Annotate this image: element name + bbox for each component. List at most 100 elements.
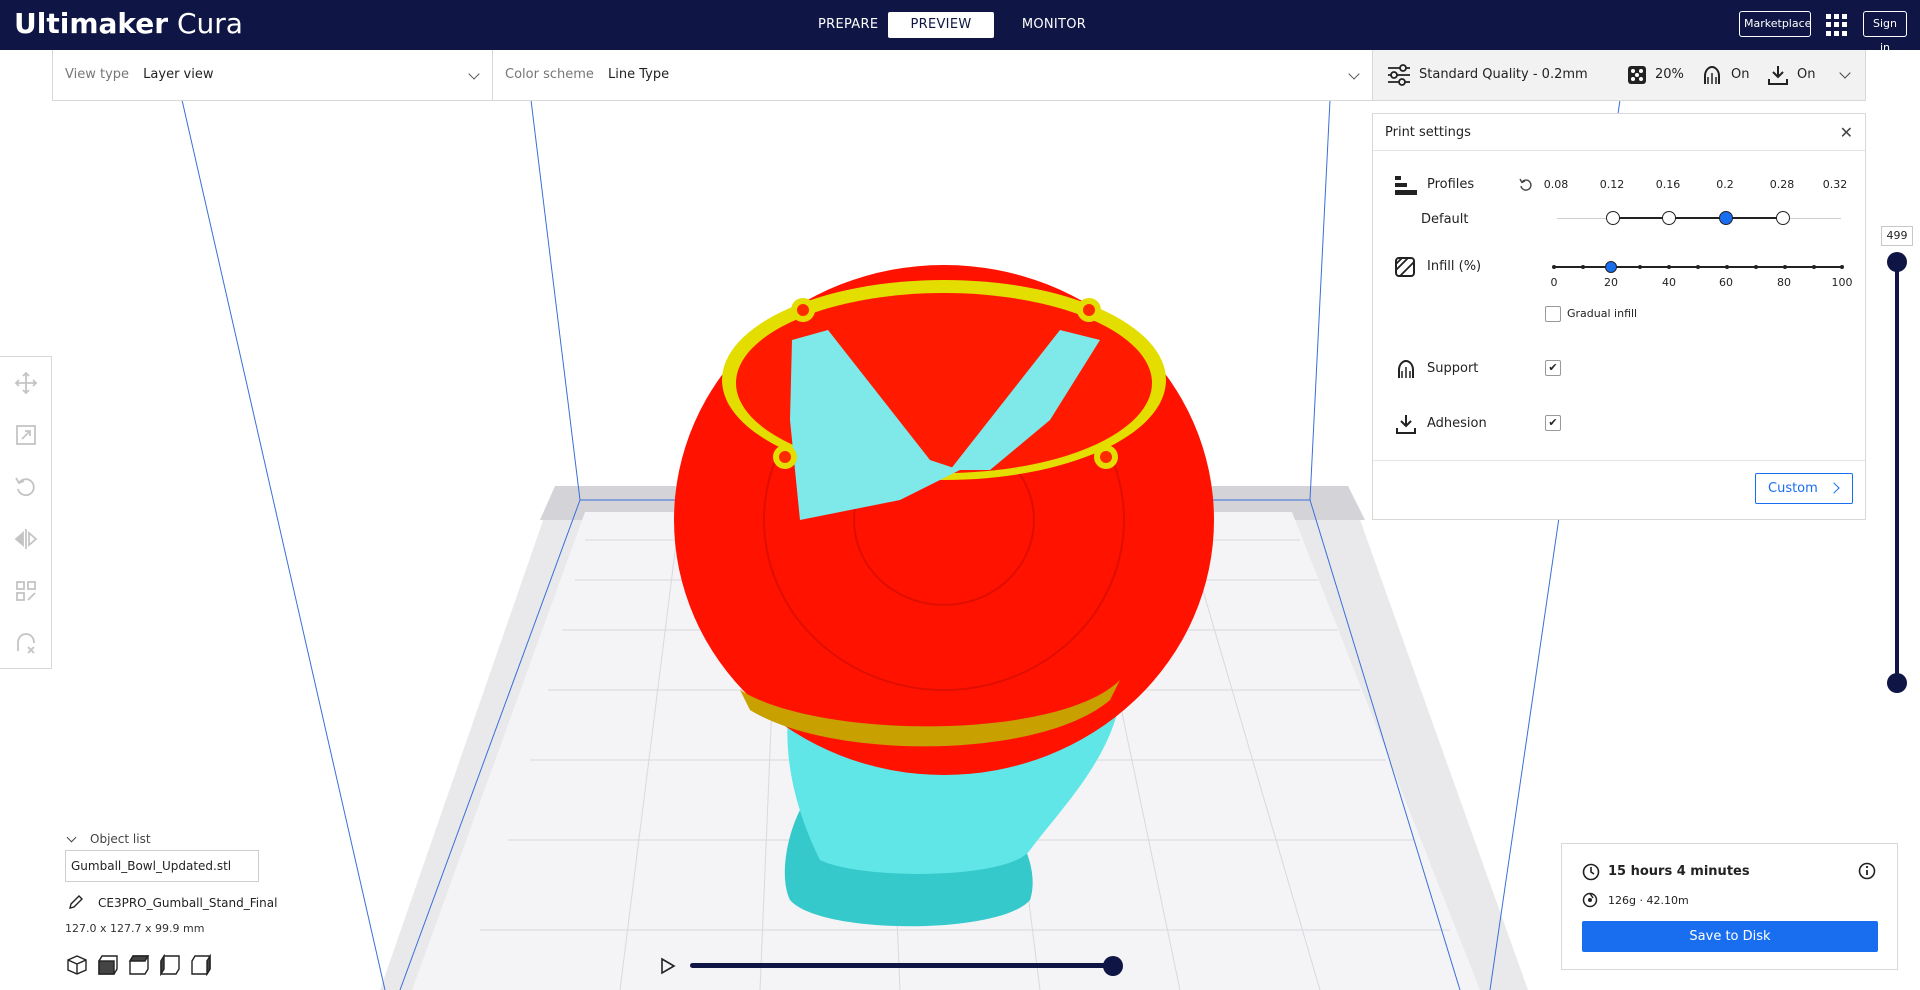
chevron-down-icon xyxy=(66,832,77,843)
infill-icon xyxy=(1628,65,1646,84)
tab-prepare[interactable]: PREPARE xyxy=(800,12,888,38)
chevron-right-icon xyxy=(1828,482,1840,494)
print-settings-header: Print settings ✕ xyxy=(1373,114,1865,151)
print-settings-title: Print settings xyxy=(1385,125,1471,140)
infill-tick-dot xyxy=(1812,265,1816,269)
move-icon[interactable] xyxy=(14,371,38,395)
layer-slider-upper-handle[interactable] xyxy=(1887,252,1907,272)
infill-tick-dot xyxy=(1581,265,1585,269)
tab-preview[interactable]: PREVIEW xyxy=(888,12,994,38)
adhesion-icon xyxy=(1768,65,1788,85)
print-settings-panel: Print settings ✕ Profiles Default 0.08 0… xyxy=(1372,113,1866,520)
layer-slider-track[interactable] xyxy=(1895,262,1899,684)
infill-tick: 80 xyxy=(1777,276,1791,289)
object-list-toggle[interactable]: Object list xyxy=(64,832,151,846)
scale-icon[interactable] xyxy=(14,423,38,447)
infill-pattern-icon xyxy=(1395,257,1415,277)
sliders-icon xyxy=(1388,63,1410,86)
gradual-infill-label: Gradual infill xyxy=(1567,307,1638,320)
print-settings-footer: Custom xyxy=(1373,460,1865,519)
adhesion-summary: On xyxy=(1767,50,1815,100)
infill-tick-dot xyxy=(1696,265,1700,269)
front-view-icon[interactable] xyxy=(97,954,119,976)
infill-tick-dot xyxy=(1638,265,1642,269)
print-estimate-panel: 15 hours 4 minutes 126g · 42.10m Save to… xyxy=(1561,843,1898,970)
adhesion-summary-value: On xyxy=(1797,67,1816,82)
support-summary: On xyxy=(1701,50,1749,100)
adhesion-checkbox[interactable]: ✔ xyxy=(1545,415,1561,431)
reset-icon[interactable] xyxy=(1519,178,1533,192)
infill-tick: 40 xyxy=(1662,276,1676,289)
profile-tick: 0.2 xyxy=(1716,178,1734,191)
layer-slider-lower-handle[interactable] xyxy=(1887,673,1907,693)
support-blocker-icon[interactable] xyxy=(14,631,38,655)
path-slider-handle[interactable] xyxy=(1103,956,1123,976)
support-icon xyxy=(1704,65,1720,84)
profile-option[interactable] xyxy=(1606,211,1620,225)
profile-slider-handle[interactable] xyxy=(1719,211,1733,225)
profiles-default-label: Default xyxy=(1421,212,1469,227)
clock-icon xyxy=(1582,863,1600,881)
app-logo: Ultimaker Cura xyxy=(14,6,243,42)
marketplace-button[interactable]: Marketplace xyxy=(1739,11,1811,37)
support-checkbox[interactable]: ✔ xyxy=(1545,360,1561,376)
view-type-value: Layer view xyxy=(143,67,214,82)
play-icon[interactable] xyxy=(660,957,676,975)
view-toolbar: View type Layer view Color scheme Line T… xyxy=(52,50,1374,101)
save-to-disk-button[interactable]: Save to Disk xyxy=(1582,921,1878,952)
3d-view-icon[interactable] xyxy=(66,954,88,976)
profile-option[interactable] xyxy=(1776,211,1790,225)
chevron-down-icon[interactable] xyxy=(1839,67,1851,79)
path-slider-track[interactable] xyxy=(690,963,1114,968)
info-icon[interactable] xyxy=(1858,862,1876,880)
quality-profile-label: Standard Quality - 0.2mm xyxy=(1419,67,1588,82)
color-scheme-value: Line Type xyxy=(608,67,670,82)
tab-monitor[interactable]: MONITOR xyxy=(1000,12,1108,38)
support-icon xyxy=(1398,359,1414,378)
material-estimate: 126g · 42.10m xyxy=(1608,894,1689,907)
close-icon[interactable]: ✕ xyxy=(1840,114,1853,151)
mirror-icon[interactable] xyxy=(14,527,38,551)
apps-grid-icon[interactable] xyxy=(1826,14,1848,36)
color-scheme-dropdown[interactable]: Color scheme Line Type xyxy=(493,50,1373,100)
chevron-down-icon xyxy=(1348,68,1360,80)
profiles-icon xyxy=(1395,176,1417,195)
gradual-infill-checkbox[interactable] xyxy=(1545,306,1561,322)
rotate-icon[interactable] xyxy=(14,475,38,499)
stage-tabs: PREPARE PREVIEW MONITOR xyxy=(800,12,1108,38)
color-scheme-label: Color scheme xyxy=(505,67,594,82)
tool-panel xyxy=(0,356,52,669)
sign-in-button[interactable]: Sign in xyxy=(1863,11,1907,54)
support-summary-value: On xyxy=(1731,67,1750,82)
pencil-icon[interactable] xyxy=(68,894,84,910)
infill-label: Infill (%) xyxy=(1427,259,1482,274)
adhesion-icon xyxy=(1396,415,1416,434)
infill-tick: 0 xyxy=(1550,276,1558,289)
infill-slider-handle[interactable] xyxy=(1605,261,1617,273)
print-setup-selector[interactable]: Standard Quality - 0.2mm 20% On On xyxy=(1372,50,1866,101)
profile-option[interactable] xyxy=(1662,211,1676,225)
object-list-item[interactable]: Gumball_Bowl_Updated.stl xyxy=(65,850,259,882)
job-name[interactable]: CE3PRO_Gumball_Stand_Final xyxy=(98,896,277,910)
infill-summary-value: 20% xyxy=(1655,67,1684,82)
left-view-icon[interactable] xyxy=(159,954,181,976)
quality-profile: Standard Quality - 0.2mm xyxy=(1387,50,1588,100)
top-view-icon[interactable] xyxy=(128,954,150,976)
infill-tick: 60 xyxy=(1719,276,1733,289)
logo-light: Cura xyxy=(176,7,243,40)
layer-number-input[interactable]: 499 xyxy=(1881,226,1913,246)
per-model-settings-icon[interactable] xyxy=(14,579,38,603)
custom-button[interactable]: Custom xyxy=(1755,473,1853,504)
right-view-icon[interactable] xyxy=(190,954,212,976)
profile-tick: 0.08 xyxy=(1543,178,1569,191)
adhesion-label: Adhesion xyxy=(1427,416,1487,431)
profiles-label: Profiles xyxy=(1427,177,1475,192)
view-type-dropdown[interactable]: View type Layer view xyxy=(53,50,493,100)
custom-button-label: Custom xyxy=(1768,481,1818,496)
infill-tick-dot xyxy=(1725,265,1729,269)
spool-icon xyxy=(1582,892,1598,908)
infill-tick-dot xyxy=(1667,265,1671,269)
infill-tick-dot xyxy=(1552,265,1556,269)
profile-tick: 0.28 xyxy=(1769,178,1795,191)
header-bar: Ultimaker Cura PREPARE PREVIEW MONITOR M… xyxy=(0,0,1920,54)
